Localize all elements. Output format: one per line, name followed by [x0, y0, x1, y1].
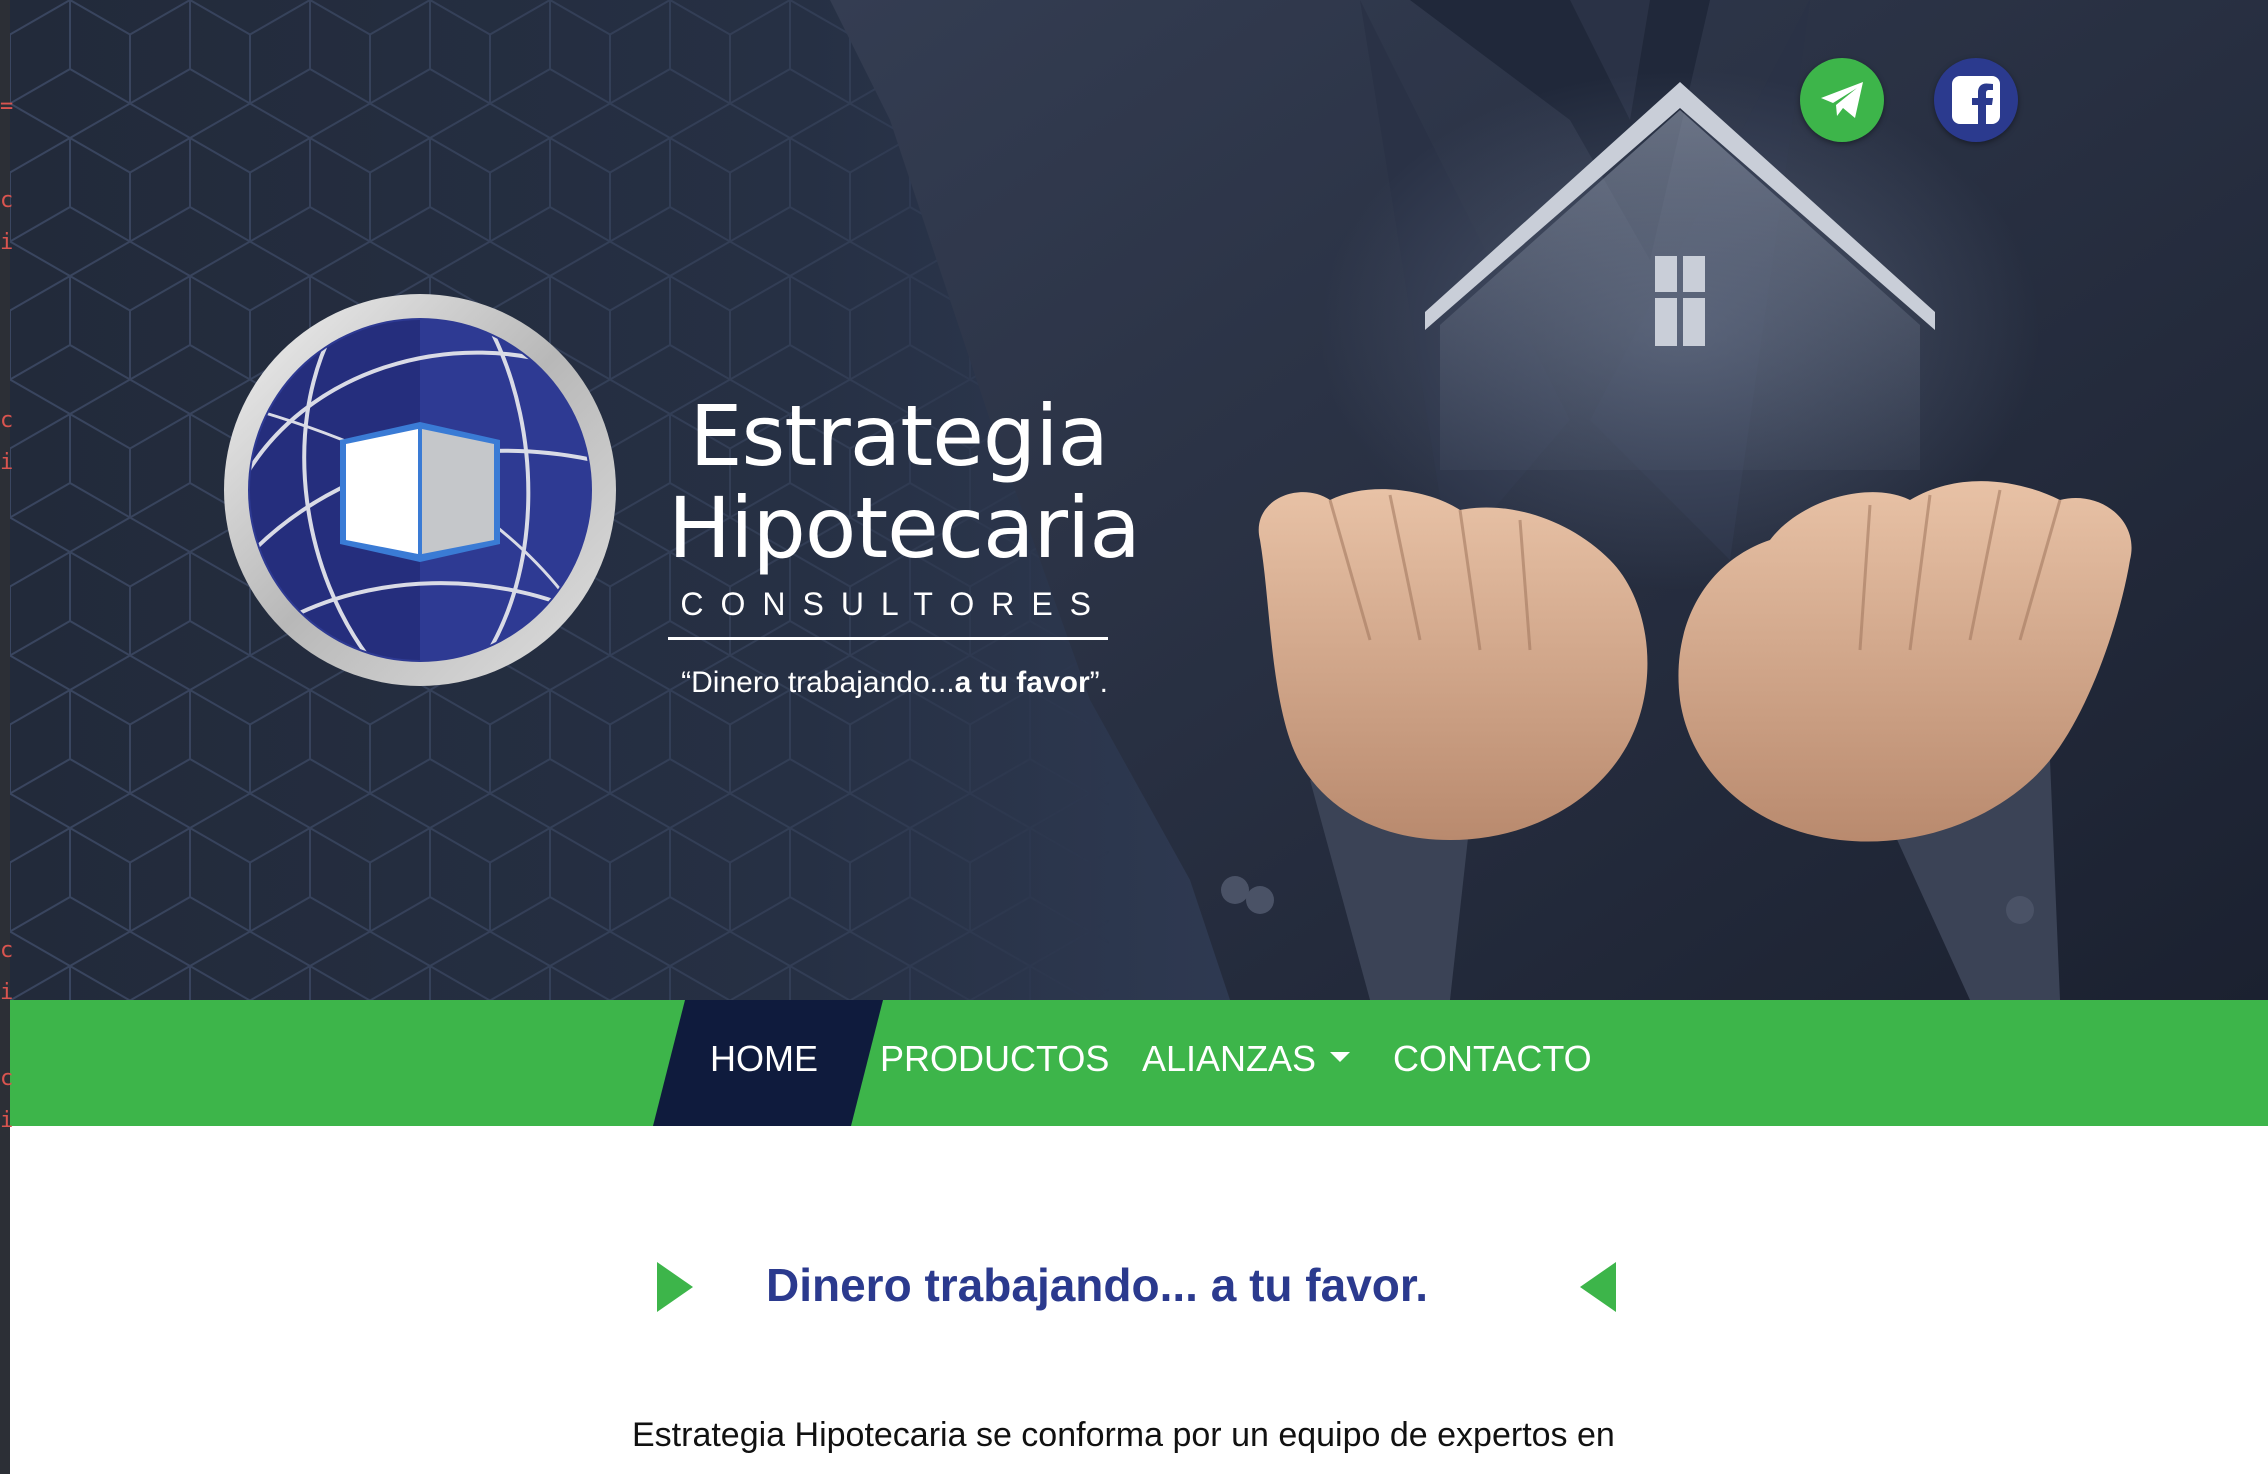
- arrow-right-icon: [657, 1262, 693, 1312]
- brand-name-line2: Hipotecaria: [668, 479, 1141, 577]
- gutter-glyph: i: [0, 980, 14, 1005]
- nav-item-alianzas-label: ALIANZAS: [1142, 1038, 1317, 1079]
- nav-item-home[interactable]: HOME: [710, 1000, 818, 1126]
- gutter-glyph: c: [0, 408, 14, 433]
- slogan-close: ”.: [1089, 666, 1108, 699]
- gutter-glyph: =: [0, 94, 14, 119]
- gutter-glyph: i: [0, 230, 14, 255]
- editor-gutter: = c i c i c i c i: [0, 0, 14, 1474]
- brand-name-line1: Estrategia: [689, 387, 1109, 485]
- telegram-icon: [1821, 82, 1863, 118]
- facebook-button[interactable]: [1934, 58, 2018, 142]
- brand-block: Estrategia Hipotecaria CONSULTORES “Dine…: [668, 387, 1141, 700]
- caret-down-icon: [1330, 1052, 1351, 1063]
- hero-banner: Estrategia Hipotecaria CONSULTORES “Dine…: [10, 0, 2268, 1000]
- gutter-glyph: c: [0, 188, 14, 213]
- gutter-glyph: c: [0, 1066, 14, 1091]
- telegram-button[interactable]: [1800, 58, 1884, 142]
- gutter-glyph: i: [0, 450, 14, 475]
- gutter-glyph: i: [0, 1108, 14, 1133]
- section-heading-row: Dinero trabajando... a tu favor.: [10, 1258, 2268, 1338]
- brand-subtitle: CONSULTORES: [668, 586, 1108, 640]
- main-navigation: HOME PRODUCTOS ALIANZAS CONTACTO: [10, 1000, 2268, 1126]
- company-logo-emblem: [224, 294, 616, 686]
- web-page: Estrategia Hipotecaria CONSULTORES “Dine…: [10, 0, 2268, 1474]
- arrow-left-icon: [1580, 1262, 1616, 1312]
- brand-slogan: “Dinero trabajando...a tu favor”.: [668, 666, 1108, 700]
- slogan-bold: a tu favor: [954, 666, 1090, 699]
- slogan-text: “Dinero trabajando...: [681, 666, 955, 699]
- main-content: Dinero trabajando... a tu favor. Estrate…: [10, 1126, 2268, 1474]
- nav-item-contacto[interactable]: CONTACTO: [1393, 1000, 1592, 1126]
- nav-item-productos[interactable]: PRODUCTOS: [880, 1000, 1109, 1126]
- gutter-glyph: c: [0, 938, 14, 963]
- nav-item-alianzas[interactable]: ALIANZAS: [1142, 1000, 1351, 1126]
- facebook-icon: [1952, 76, 2000, 124]
- section-heading: Dinero trabajando... a tu favor.: [766, 1259, 1429, 1311]
- intro-paragraph: Estrategia Hipotecaria se conforma por u…: [632, 1416, 1615, 1454]
